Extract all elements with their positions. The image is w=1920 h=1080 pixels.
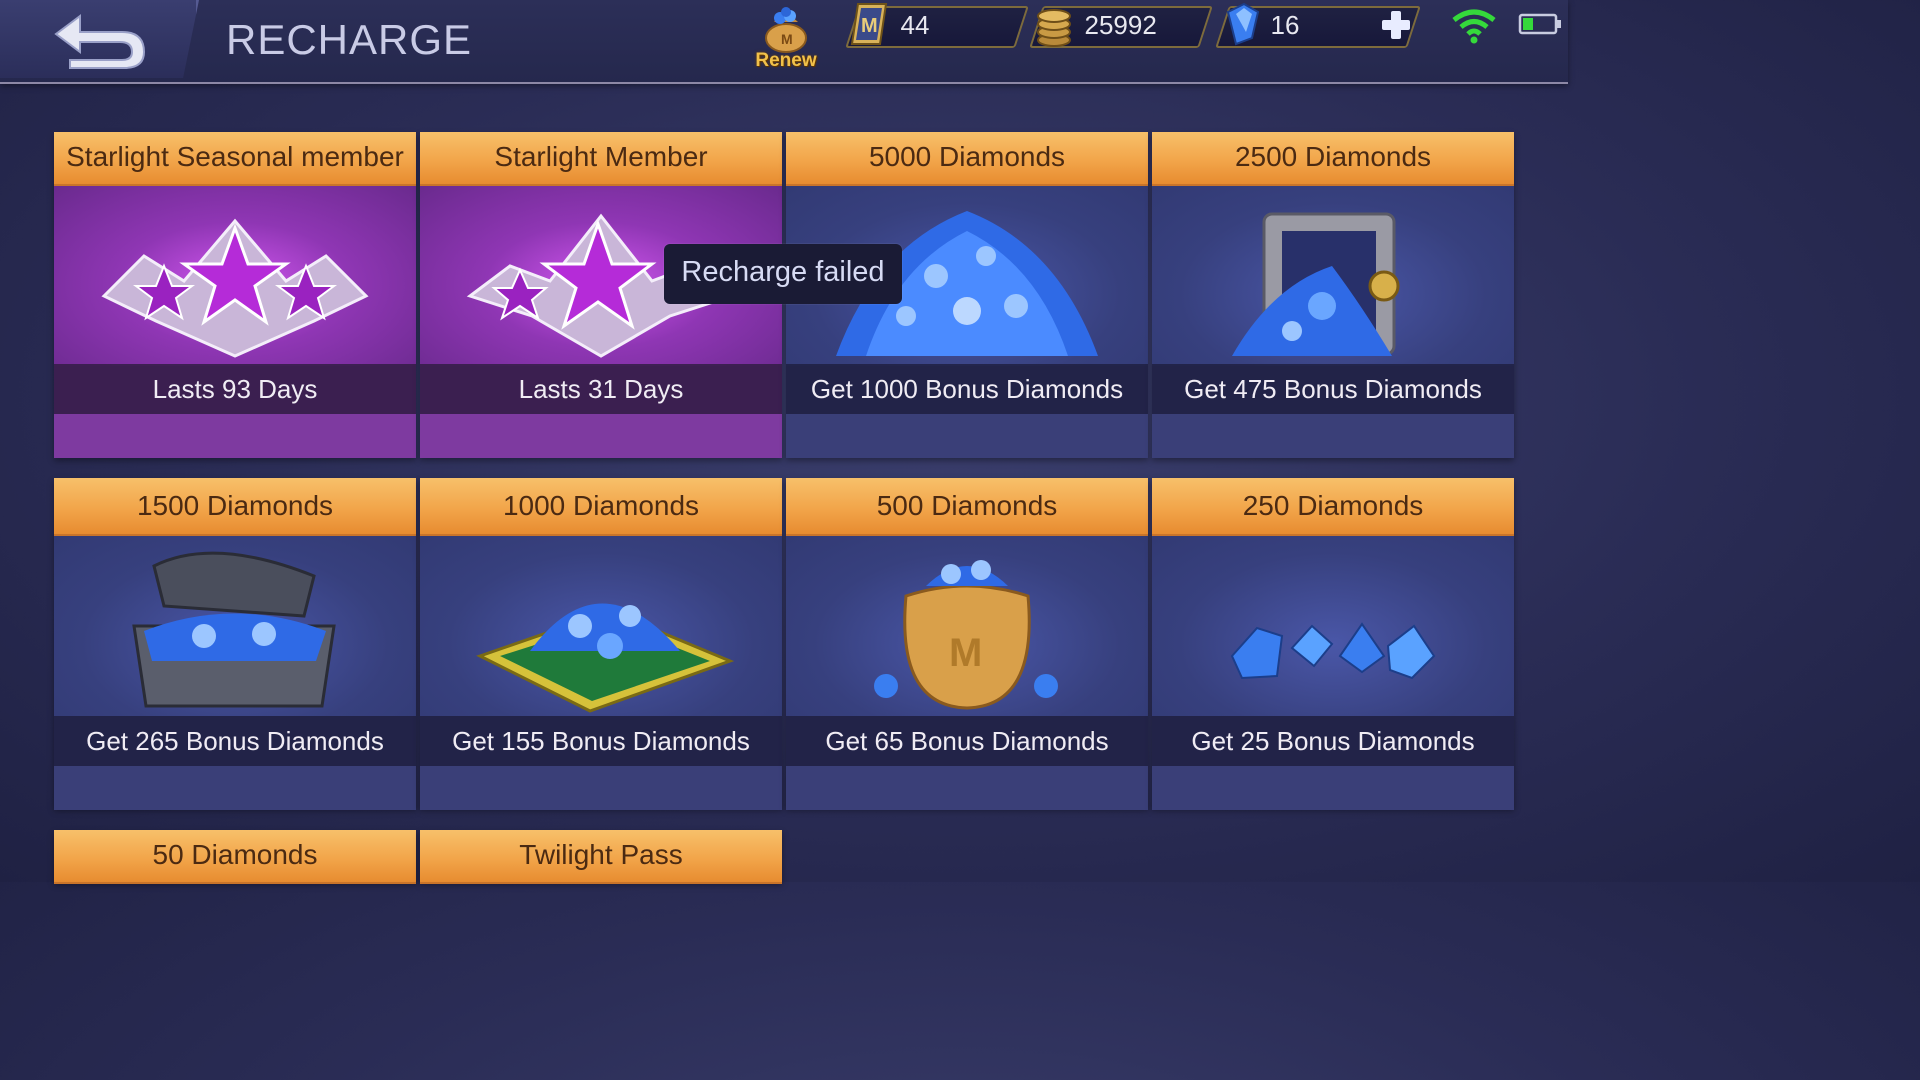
- ticket-icon: M: [850, 3, 888, 45]
- recharge-card-50-diamonds[interactable]: 50 Diamonds: [54, 830, 416, 884]
- card-title: Starlight Seasonal member: [66, 141, 404, 172]
- card-art: [54, 186, 416, 366]
- svg-text:M: M: [861, 15, 878, 37]
- renew-button[interactable]: M Renew: [748, 4, 824, 74]
- diamond-chest-icon: [132, 551, 336, 708]
- card-caption: Get 265 Bonus Diamonds: [54, 716, 416, 766]
- card-header: 1000 Diamonds: [420, 478, 782, 536]
- recharge-card-starlight-seasonal[interactable]: Starlight Seasonal member Lasts 93 Days: [54, 132, 416, 458]
- card-header: Twilight Pass: [420, 830, 782, 884]
- card-caption: Lasts 93 Days: [54, 364, 416, 414]
- card-art: [54, 536, 416, 716]
- diamond-count: 16: [1270, 10, 1300, 40]
- card-header: 500 Diamonds: [786, 478, 1148, 536]
- recharge-card-500-diamonds[interactable]: 500 Diamonds M Get 65 Bonus Diamonds: [786, 478, 1148, 810]
- ticket-count: 44: [900, 10, 930, 40]
- card-caption-text: Lasts 93 Days: [152, 374, 318, 404]
- card-caption: Get 1000 Bonus Diamonds: [786, 364, 1148, 414]
- recharge-card-1500-diamonds[interactable]: 1500 Diamonds Get 265 Bonus Diamonds: [54, 478, 416, 810]
- card-header: 5000 Diamonds: [786, 132, 1148, 186]
- card-art: [1152, 186, 1514, 366]
- card-header: 250 Diamonds: [1152, 478, 1514, 536]
- card-header: Starlight Seasonal member: [54, 132, 416, 186]
- card-caption: Get 475 Bonus Diamonds: [1152, 364, 1514, 414]
- diamond-icon: [1226, 2, 1260, 46]
- recharge-failed-toast: Recharge failed: [664, 244, 902, 304]
- card-caption-text: Lasts 31 Days: [518, 374, 684, 404]
- battle-points-count: 25992: [1084, 10, 1157, 40]
- card-footer: [54, 766, 416, 810]
- card-caption: Get 25 Bonus Diamonds: [1152, 716, 1514, 766]
- card-art: M: [786, 536, 1148, 716]
- diamond-safe-icon: [1232, 212, 1400, 356]
- diamond-bag-icon: M: [765, 7, 807, 53]
- card-footer: [420, 414, 782, 458]
- diamond-bag-icon: M: [874, 560, 1058, 710]
- card-footer: [54, 414, 416, 458]
- card-caption-text: Get 65 Bonus Diamonds: [825, 726, 1109, 756]
- card-title: Starlight Member: [494, 141, 708, 172]
- card-art: [420, 536, 782, 716]
- recharge-card-2500-diamonds[interactable]: 2500 Diamonds Get 475 Bonus Diamonds: [1152, 132, 1514, 458]
- card-footer: [786, 414, 1148, 458]
- diamond-cushion-icon: [476, 603, 735, 713]
- toast-message: Recharge failed: [681, 256, 885, 288]
- renew-label: Renew: [755, 50, 817, 71]
- card-title: Twilight Pass: [519, 839, 683, 870]
- card-title: 50 Diamonds: [152, 839, 318, 870]
- starlight-badge-icon: [101, 218, 369, 358]
- diamonds-small-icon: [1230, 622, 1436, 680]
- add-diamonds-button[interactable]: [1376, 8, 1416, 42]
- card-caption: Get 155 Bonus Diamonds: [420, 716, 782, 766]
- card-title: 1000 Diamonds: [502, 490, 700, 521]
- card-title: 250 Diamonds: [1242, 490, 1424, 521]
- recharge-card-250-diamonds[interactable]: 250 Diamonds Get 25 Bonus Diamonds: [1152, 478, 1514, 810]
- page-title: RECHARGE: [226, 16, 473, 63]
- svg-text:M: M: [781, 31, 793, 47]
- card-title: 5000 Diamonds: [868, 141, 1066, 172]
- card-caption-text: Get 265 Bonus Diamonds: [86, 726, 384, 756]
- card-header: Starlight Member: [420, 132, 782, 186]
- recharge-card-twilight-pass[interactable]: Twilight Pass: [420, 830, 782, 884]
- card-header: 1500 Diamonds: [54, 478, 416, 536]
- card-caption: Lasts 31 Days: [420, 364, 782, 414]
- card-footer: [786, 766, 1148, 810]
- svg-text:M: M: [949, 631, 982, 675]
- card-footer: [1152, 766, 1514, 810]
- card-caption-text: Get 25 Bonus Diamonds: [1191, 726, 1475, 756]
- card-title: 1500 Diamonds: [136, 490, 334, 521]
- back-arrow-icon: [54, 14, 146, 69]
- card-title: 500 Diamonds: [876, 490, 1058, 521]
- card-footer: [1152, 414, 1514, 458]
- top-bar: RECHARGE M Renew 44 M 25992 16: [0, 0, 1568, 84]
- card-art: [1152, 536, 1514, 716]
- recharge-card-1000-diamonds[interactable]: 1000 Diamonds Get 155 Bonus Diamonds: [420, 478, 782, 810]
- card-header: 2500 Diamonds: [1152, 132, 1514, 186]
- card-caption: Get 65 Bonus Diamonds: [786, 716, 1148, 766]
- battery-icon: [1518, 13, 1561, 35]
- card-header: 50 Diamonds: [54, 830, 416, 884]
- back-button[interactable]: [0, 0, 199, 78]
- gold-coins-icon: [1037, 9, 1071, 47]
- card-caption-text: Get 475 Bonus Diamonds: [1184, 374, 1482, 404]
- card-footer: [420, 766, 782, 810]
- card-caption-text: Get 1000 Bonus Diamonds: [810, 374, 1124, 404]
- wifi-icon: [1452, 9, 1496, 44]
- card-caption-text: Get 155 Bonus Diamonds: [452, 726, 750, 756]
- card-title: 2500 Diamonds: [1234, 141, 1432, 172]
